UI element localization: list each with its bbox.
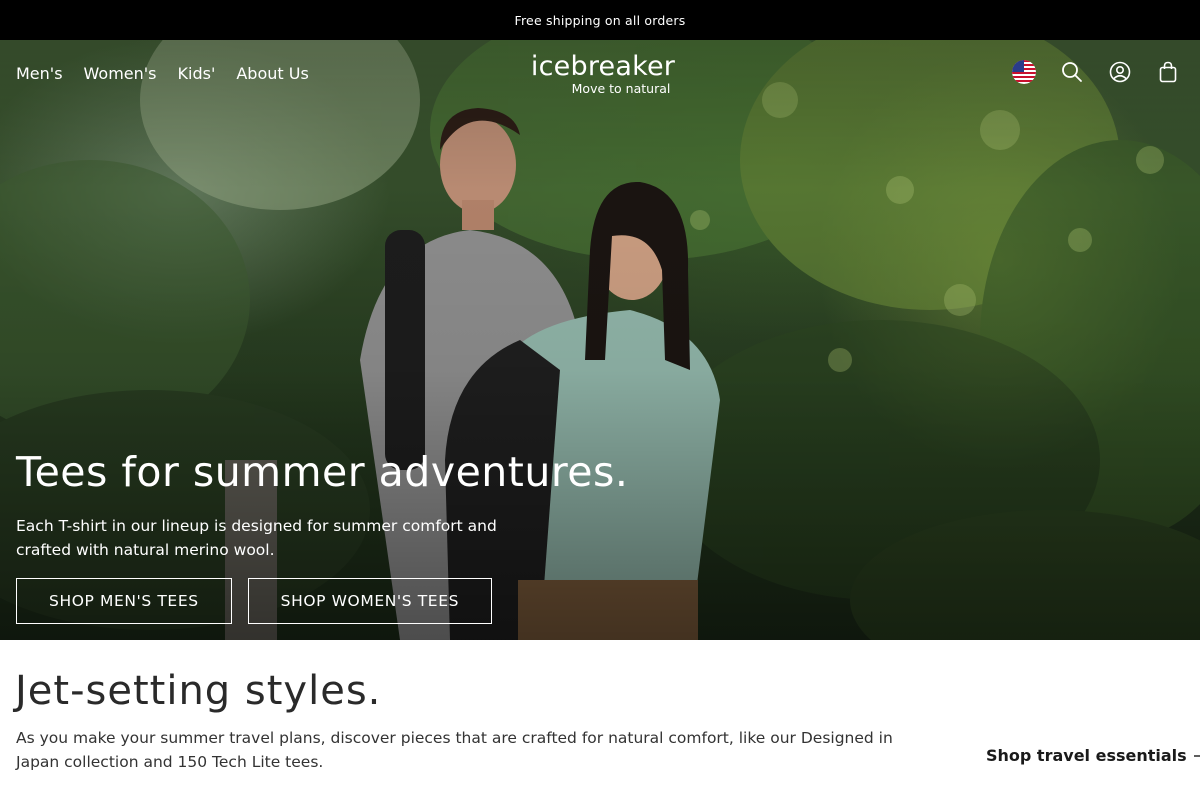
logo-tagline: Move to natural: [571, 81, 671, 96]
editorial-section: Jet-setting styles. As you make your sum…: [0, 640, 1200, 800]
main-navigation: Men's Women's Kids' About Us: [16, 64, 309, 83]
section-body: As you make your summer travel plans, di…: [16, 729, 893, 771]
hero-title: Tees for summer adventures.: [16, 448, 629, 496]
hero-subtitle: Each T-shirt in our lineup is designed f…: [16, 517, 497, 559]
section-title: Jet-setting styles.: [15, 668, 382, 714]
account-icon[interactable]: [1108, 59, 1132, 85]
nav-women[interactable]: Women's: [84, 64, 157, 83]
search-icon[interactable]: [1060, 59, 1084, 85]
logo-wordmark: icebreaker: [530, 51, 676, 82]
shop-womens-tees-button[interactable]: SHOP WOMEN'S TEES: [247, 578, 493, 624]
hero-banner: Men's Women's Kids' About Us icebreaker …: [0, 40, 1200, 640]
announcement-bar: Free shipping on all orders: [0, 0, 1200, 40]
nav-kids[interactable]: Kids': [178, 64, 216, 83]
nav-about-us[interactable]: About Us: [236, 64, 308, 83]
arrow-right-icon: [1193, 754, 1200, 757]
shop-travel-essentials-label: Shop travel essentials: [986, 746, 1187, 765]
us-flag-icon[interactable]: [1012, 59, 1036, 85]
site-logo[interactable]: icebreaker Move to natural: [528, 52, 678, 96]
cart-icon[interactable]: [1156, 59, 1180, 85]
shop-travel-essentials-link[interactable]: Shop travel essentials: [986, 746, 1200, 765]
utility-navigation: [1012, 59, 1180, 85]
hero-cta-group: SHOP MEN'S TEES SHOP WOMEN'S TEES: [16, 578, 493, 624]
nav-men[interactable]: Men's: [16, 64, 63, 83]
shop-mens-tees-button[interactable]: SHOP MEN'S TEES: [16, 578, 232, 624]
announcement-text: Free shipping on all orders: [514, 12, 686, 28]
